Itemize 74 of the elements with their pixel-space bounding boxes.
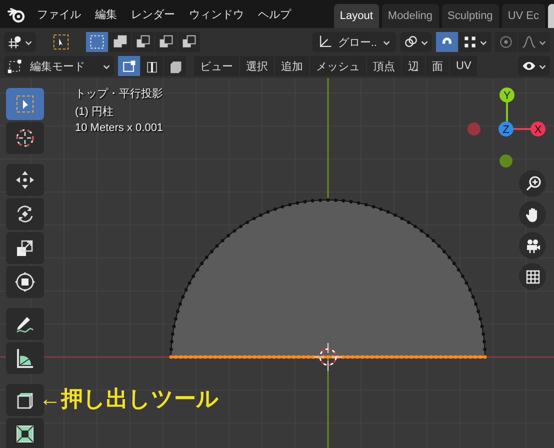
four-squares-icon	[462, 34, 478, 50]
zoom-button[interactable]	[519, 170, 546, 197]
header-menu[interactable]: 辺	[402, 56, 425, 76]
workspace-tab[interactable]: Layout	[334, 4, 379, 28]
header-menu[interactable]: UV	[450, 56, 478, 76]
linked-rings-icon	[403, 34, 419, 50]
workspace-tab[interactable]: Modeling	[382, 4, 439, 28]
curve-icon	[521, 34, 537, 50]
tool-extrude-button[interactable]	[6, 384, 44, 416]
tool-transform-button[interactable]	[6, 266, 44, 298]
tool-rotate-button[interactable]	[6, 198, 44, 230]
tool-annotate-button[interactable]	[6, 308, 44, 340]
tool-move-button[interactable]	[6, 164, 44, 196]
tool-inset-button[interactable]	[6, 418, 44, 448]
vertex-select-button[interactable]	[118, 56, 140, 76]
selection-mode-button[interactable]	[132, 32, 154, 52]
header-menu[interactable]: ビュー	[194, 56, 239, 76]
snap-target-dropdown[interactable]	[459, 32, 491, 52]
visibility-dropdown[interactable]	[518, 56, 550, 76]
menu-item[interactable]: ヘルプ	[251, 6, 298, 22]
pivot-point-dropdown[interactable]	[400, 32, 432, 52]
squares-icon	[112, 34, 128, 50]
header-menu[interactable]: メッシュ	[310, 56, 366, 76]
header-menu[interactable]: 追加	[275, 56, 309, 76]
grid-icon	[524, 268, 542, 286]
edge-select-button[interactable]	[141, 56, 163, 76]
viewport-info-text: (1) 円柱	[75, 105, 114, 119]
edit-mode-icon	[7, 58, 23, 74]
ring-dot-icon	[498, 34, 514, 50]
3d-cursor-icon	[314, 342, 342, 372]
tool-measure-button[interactable]	[6, 342, 44, 374]
squares-icon	[135, 34, 151, 50]
selection-mode-button[interactable]	[109, 32, 131, 52]
orientation-dropdown[interactable]: グロー..	[312, 32, 396, 52]
menu-item[interactable]: レンダー	[124, 6, 182, 22]
proportional-edit-toggle[interactable]	[495, 32, 517, 52]
workspace-tab[interactable]: UV Ec	[502, 4, 545, 28]
z-axis-handle[interactable]: Z	[498, 122, 514, 136]
pan-button[interactable]	[519, 201, 546, 228]
selection-mode-button[interactable]	[86, 32, 108, 52]
falloff-dropdown[interactable]	[518, 32, 550, 52]
vertex-select-icon	[121, 58, 137, 74]
squares-icon	[181, 34, 197, 50]
face-select-button[interactable]	[164, 56, 186, 76]
header-menu[interactable]: 頂点	[367, 56, 401, 76]
grid-ball-icon	[7, 34, 23, 50]
transform-icon	[13, 270, 37, 294]
tab-edge[interactable]	[548, 4, 554, 28]
mode-dropdown[interactable]: 編集モード	[4, 56, 114, 76]
pivot-dropdown[interactable]	[4, 32, 36, 52]
negative-y-axis-dot[interactable]	[500, 154, 512, 168]
squares-icon	[158, 34, 174, 50]
viewport-info-text: トップ・平行投影	[75, 86, 164, 101]
negative-x-axis-dot[interactable]	[468, 122, 480, 136]
header-menu[interactable]: 選択	[240, 56, 274, 76]
snap-toggle[interactable]	[436, 32, 458, 52]
tool-cursor-button[interactable]	[6, 122, 44, 154]
x-axis-handle[interactable]: X	[530, 122, 546, 136]
camera-button[interactable]	[519, 232, 546, 259]
selection-mode-button[interactable]	[178, 32, 200, 52]
y-axis-handle[interactable]: Y	[500, 88, 514, 102]
zoom-icon	[524, 174, 542, 192]
menu-item[interactable]: 編集	[88, 6, 124, 22]
dashed-square-icon	[89, 34, 105, 50]
header-menu[interactable]: 面	[426, 56, 449, 76]
annotation-text: ←押し出しツール	[39, 385, 219, 413]
menu-item[interactable]: ファイル	[30, 6, 88, 22]
grid-view-button[interactable]	[519, 263, 546, 290]
workspace-tab[interactable]: Sculpting	[442, 4, 499, 28]
selection-mode-button[interactable]	[155, 32, 177, 52]
select-box-icon	[53, 34, 69, 50]
tool-scale-button[interactable]	[6, 232, 44, 264]
viewport-info-text: 10 Meters x 0.001	[75, 122, 164, 134]
menu-item[interactable]: ウィンドウ	[182, 6, 251, 22]
